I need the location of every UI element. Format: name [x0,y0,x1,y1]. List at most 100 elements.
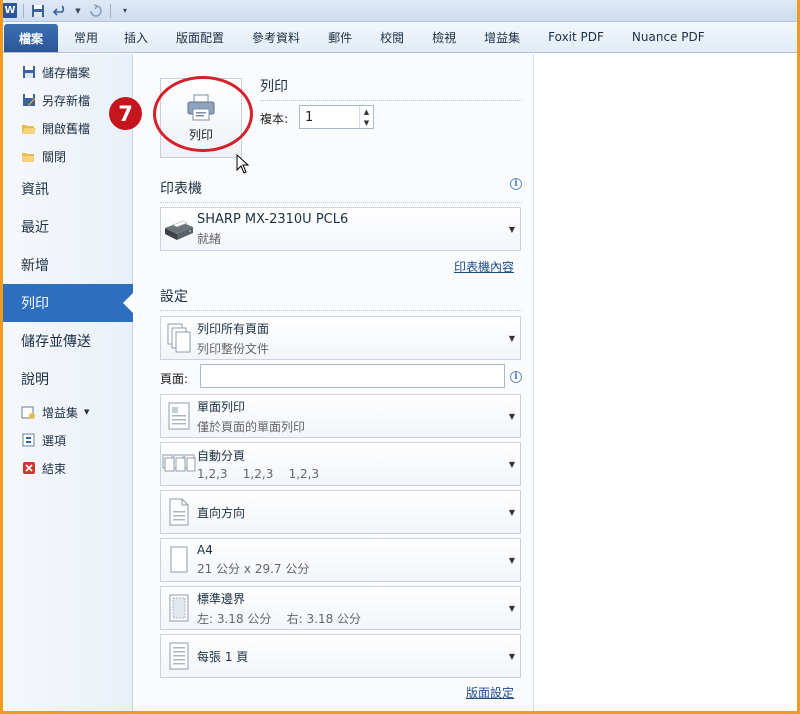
tab-file[interactable]: 檔案 [4,24,58,52]
exit-icon [21,461,36,476]
tab-references[interactable]: 參考資料 [238,22,314,52]
backstage-nav: 儲存檔案 另存新檔 開啟舊檔 關閉 資訊 最近 新增 列印 儲存並傳送 說明 增… [3,54,134,714]
info-icon[interactable]: i [510,178,522,190]
ribbon-tabs: 檔案 常用 插入 版面配置 參考資料 郵件 校閱 檢視 增益集 Foxit PD… [0,22,800,53]
chevron-down-icon[interactable]: ▼ [74,3,82,19]
margins-title: 標準邊界 [197,591,246,606]
printer-name: SHARP MX-2310U PCL6 [197,211,349,227]
print-range-subtitle: 列印整份文件 [197,341,270,356]
sides-subtitle: 僅於頁面的單面列印 [197,419,306,434]
paper-size-subtitle: 21 公分 x 29.7 公分 [197,562,310,576]
printer-icon [187,94,215,120]
printer-properties-link[interactable]: 印表機內容 [454,258,514,275]
print-section-title: 列印 [260,76,522,101]
stepper-down-icon[interactable]: ▼ [360,117,373,128]
collate-title: 自動分頁 [197,449,246,463]
pages-input[interactable] [200,364,505,388]
nav-print[interactable]: 列印 [3,284,134,322]
nav-options[interactable]: 選項 [3,426,132,454]
pages-per-sheet-title: 每張 1 頁 [197,649,249,664]
quick-access-toolbar: W ▼ ▾ [0,0,800,22]
options-icon [21,433,36,448]
save-as-icon [21,93,36,108]
settings-section-title: 設定 [160,286,522,311]
print-preview-area [535,54,797,714]
save-icon [21,65,36,80]
collate-dropdown[interactable]: 自動分頁 1,2,3 1,2,3 1,2,3 ▼ [160,442,521,486]
sides-title: 單面列印 [197,399,246,414]
pages-per-sheet-dropdown[interactable]: 每張 1 頁 ▼ [160,634,521,678]
orientation-dropdown[interactable]: 直向方向 ▼ [160,490,521,534]
chevron-down-icon: ▼ [508,651,516,661]
chevron-down-icon: ▼ [508,555,516,565]
pages-label: 頁面: [160,372,189,386]
stepper-up-icon[interactable]: ▲ [360,106,373,117]
tab-page-layout[interactable]: 版面配置 [162,22,238,52]
tab-mailings[interactable]: 郵件 [314,22,366,52]
printer-status: 就緒 [197,231,222,246]
margins-icon [169,594,189,622]
nav-info[interactable]: 資訊 [3,170,132,208]
tab-foxit-pdf[interactable]: Foxit PDF [534,22,618,52]
chevron-down-icon: ▼ [508,507,516,517]
sides-dropdown[interactable]: 單面列印 僅於頁面的單面列印 ▼ [160,394,521,438]
print-button[interactable]: 列印 [160,78,242,158]
print-button-label: 列印 [188,127,213,142]
nav-new[interactable]: 新增 [3,246,132,284]
nav-close-label: 關閉 [42,149,67,164]
word-logo-icon[interactable]: W [3,3,17,18]
nav-help[interactable]: 說明 [3,360,132,398]
print-range-dropdown[interactable]: 列印所有頁面 列印整份文件 ▼ [160,316,521,360]
portrait-icon [169,498,189,526]
save-icon[interactable] [30,3,46,19]
chevron-down-icon: ▼ [508,224,516,234]
nav-save-send[interactable]: 儲存並傳送 [3,322,132,360]
paper-size-title: A4 [197,543,213,557]
all-pages-icon [167,323,191,353]
nav-save-label: 儲存檔案 [42,65,91,80]
collated-icon [162,454,196,472]
page-setup-link[interactable]: 版面設定 [466,684,514,701]
redo-icon[interactable] [88,3,104,19]
nav-save-as-label: 另存新檔 [42,93,91,108]
collate-subtitle: 1,2,3 1,2,3 1,2,3 [197,467,320,481]
tab-nuance-pdf[interactable]: Nuance PDF [618,22,719,52]
orientation-title: 直向方向 [197,505,246,520]
nav-save[interactable]: 儲存檔案 [3,58,132,86]
nav-recent[interactable]: 最近 [3,208,132,246]
one-sided-icon [168,402,190,430]
addins-icon [21,405,36,420]
tab-addins[interactable]: 增益集 [470,22,534,52]
chevron-down-icon: ▼ [508,603,516,613]
nav-addins-label: 增益集 [42,405,79,420]
nav-options-label: 選項 [42,433,67,448]
tab-view[interactable]: 檢視 [418,22,470,52]
paper-size-dropdown[interactable]: A4 21 公分 x 29.7 公分 ▼ [160,538,521,582]
nav-addins[interactable]: 增益集 ▼ [3,398,132,426]
printer-section-title: 印表機 [160,178,522,203]
info-icon[interactable]: i [510,371,522,383]
qat-separator [23,3,24,18]
print-panel: 7 列印 列印 複本: 1 ▲ ▼ 印表機 i SHARP MX-2310U P… [109,54,534,714]
tab-insert[interactable]: 插入 [110,22,162,52]
margins-dropdown[interactable]: 標準邊界 左: 3.18 公分 右: 3.18 公分 ▼ [160,586,521,630]
copies-label: 複本: [260,112,289,126]
copies-stepper[interactable]: 1 ▲ ▼ [299,105,374,129]
open-folder-icon [21,121,36,136]
chevron-down-icon: ▼ [84,408,90,416]
printer-dropdown[interactable]: SHARP MX-2310U PCL6 就緒 ▼ [160,207,521,251]
cursor-arrow-icon [236,154,250,174]
printer-icon [165,220,193,240]
nav-open-label: 開啟舊檔 [42,121,91,136]
nav-exit-label: 結束 [42,461,67,476]
customize-qat-icon[interactable]: ▾ [117,3,133,19]
undo-icon[interactable] [52,3,68,19]
paper-size-icon [170,546,188,573]
copies-value: 1 [305,109,314,125]
margins-subtitle: 左: 3.18 公分 右: 3.18 公分 [197,611,362,626]
nav-close[interactable]: 關閉 [3,142,132,170]
step-badge: 7 [109,97,142,130]
tab-home[interactable]: 常用 [58,22,110,52]
tab-review[interactable]: 校閱 [366,22,418,52]
nav-exit[interactable]: 結束 [3,454,132,482]
